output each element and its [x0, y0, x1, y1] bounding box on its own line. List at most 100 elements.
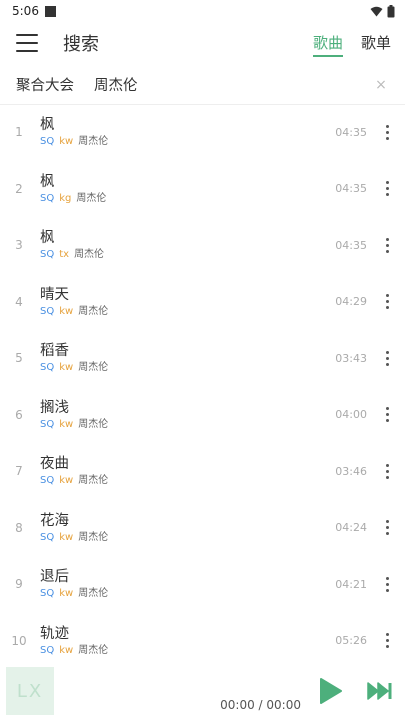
song-artist: 周杰伦 [76, 192, 107, 204]
song-row[interactable]: 5 稻香 SQ kw 周杰伦 03:43 [0, 330, 405, 387]
song-info: 枫 SQ kg 周杰伦 [38, 172, 321, 206]
quality-badge: SQ [40, 475, 55, 487]
status-right [370, 4, 395, 18]
more-vertical-icon[interactable] [381, 350, 393, 366]
song-index: 8 [15, 520, 23, 535]
song-info: 晴天 SQ kw 周杰伦 [38, 285, 321, 319]
song-artist: 周杰伦 [78, 644, 109, 656]
status-left: 5:06 [12, 4, 56, 18]
search-bar: 聚合大会 × [0, 65, 405, 105]
more-vertical-icon[interactable] [381, 633, 393, 649]
more-vertical-icon[interactable] [381, 463, 393, 479]
song-duration: 04:35 [335, 125, 367, 139]
quality-badge: SQ [40, 418, 55, 430]
song-duration: 04:24 [335, 521, 367, 535]
player-logo[interactable]: LX [6, 667, 54, 715]
more-vertical-icon[interactable] [381, 237, 393, 253]
source-badge: kw [59, 362, 74, 374]
song-artist: 周杰伦 [78, 305, 109, 317]
status-bar: 5:06 [0, 0, 405, 22]
song-row[interactable]: 6 搁浅 SQ kw 周杰伦 04:00 [0, 387, 405, 444]
quality-badge: SQ [40, 531, 55, 543]
song-info: 退后 SQ kw 周杰伦 [38, 567, 321, 601]
more-vertical-icon[interactable] [381, 576, 393, 592]
song-duration: 04:35 [335, 182, 367, 196]
source-select[interactable]: 聚合大会 [16, 74, 74, 95]
song-row[interactable]: 3 枫 SQ tx 周杰伦 04:35 [0, 217, 405, 274]
song-index: 2 [15, 181, 23, 196]
menu-icon[interactable] [16, 34, 38, 52]
song-meta: SQ tx 周杰伦 [40, 248, 321, 262]
player-time: 00:00 / 00:00 [220, 698, 301, 712]
song-row[interactable]: 1 枫 SQ kw 周杰伦 04:35 [0, 104, 405, 161]
song-name: 晴天 [40, 286, 69, 303]
tab-playlists[interactable]: 歌单 [361, 30, 391, 57]
song-duration: 05:26 [335, 634, 367, 648]
song-name: 退后 [40, 569, 69, 586]
song-row[interactable]: 10 轨迹 SQ kw 周杰伦 05:26 [0, 613, 405, 663]
song-name: 搁浅 [40, 399, 69, 416]
song-info: 夜曲 SQ kw 周杰伦 [38, 454, 321, 488]
song-index: 6 [15, 407, 23, 422]
more-vertical-icon[interactable] [381, 294, 393, 310]
song-row[interactable]: 2 枫 SQ kg 周杰伦 04:35 [0, 161, 405, 218]
more-vertical-icon[interactable] [381, 407, 393, 423]
song-index: 10 [11, 633, 27, 648]
quality-badge: SQ [40, 362, 55, 374]
song-artist: 周杰伦 [78, 136, 109, 148]
play-icon[interactable] [319, 678, 343, 704]
battery-icon [387, 4, 395, 17]
quality-badge: SQ [40, 305, 55, 317]
song-meta: SQ kw 周杰伦 [40, 474, 321, 488]
song-name: 枫 [40, 230, 55, 247]
source-badge: kw [59, 136, 74, 148]
quality-badge: SQ [40, 136, 55, 148]
song-artist: 周杰伦 [78, 362, 109, 374]
notification-icon [44, 5, 56, 17]
tab-songs[interactable]: 歌曲 [312, 30, 343, 57]
song-artist: 周杰伦 [78, 588, 109, 600]
song-row[interactable]: 9 退后 SQ kw 周杰伦 04:21 [0, 556, 405, 613]
status-time: 5:06 [12, 4, 39, 18]
song-meta: SQ kw 周杰伦 [40, 135, 321, 149]
source-badge: kw [59, 588, 74, 600]
source-badge: kw [59, 305, 74, 317]
song-name: 枫 [40, 173, 55, 190]
song-duration: 04:35 [335, 238, 367, 252]
song-meta: SQ kw 周杰伦 [40, 644, 321, 658]
quality-badge: SQ [40, 192, 55, 204]
song-row[interactable]: 7 夜曲 SQ kw 周杰伦 03:46 [0, 443, 405, 500]
song-info: 花海 SQ kw 周杰伦 [38, 511, 321, 545]
song-row[interactable]: 8 花海 SQ kw 周杰伦 04:24 [0, 500, 405, 557]
song-artist: 周杰伦 [78, 475, 109, 487]
close-icon[interactable]: × [371, 77, 391, 93]
more-vertical-icon[interactable] [381, 124, 393, 140]
song-name: 夜曲 [40, 456, 69, 473]
source-badge: kw [59, 418, 74, 430]
song-meta: SQ kw 周杰伦 [40, 361, 321, 375]
song-info: 枫 SQ kw 周杰伦 [38, 115, 321, 149]
song-index: 1 [15, 125, 23, 140]
next-icon[interactable] [367, 681, 393, 701]
source-badge: tx [59, 249, 70, 261]
app-header: 搜索 歌曲 歌单 [0, 22, 405, 64]
song-info: 枫 SQ tx 周杰伦 [38, 228, 321, 262]
song-duration: 04:21 [335, 577, 367, 591]
search-input[interactable] [94, 76, 371, 93]
song-index: 5 [15, 351, 23, 366]
song-index: 3 [15, 238, 23, 253]
source-badge: kw [59, 531, 74, 543]
source-badge: kw [59, 644, 74, 656]
more-vertical-icon[interactable] [381, 181, 393, 197]
more-vertical-icon[interactable] [381, 520, 393, 536]
song-name: 轨迹 [40, 625, 69, 642]
page-title: 搜索 [63, 34, 99, 55]
song-duration: 04:00 [335, 408, 367, 422]
source-badge: kw [59, 475, 74, 487]
song-artist: 周杰伦 [78, 418, 109, 430]
song-row[interactable]: 4 晴天 SQ kw 周杰伦 04:29 [0, 274, 405, 331]
song-index: 7 [15, 464, 23, 479]
quality-badge: SQ [40, 588, 55, 600]
song-info: 稻香 SQ kw 周杰伦 [38, 341, 321, 375]
quality-badge: SQ [40, 644, 55, 656]
